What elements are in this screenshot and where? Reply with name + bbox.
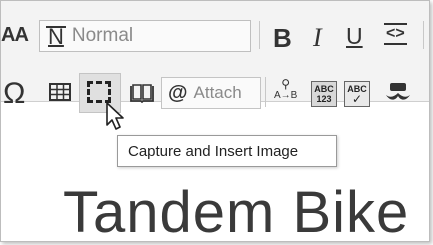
style-selected-value: Normal <box>71 25 134 46</box>
spell-number-label: 123 <box>316 94 332 104</box>
find-replace-label: A→B <box>274 90 298 101</box>
toolbar-separator <box>259 21 260 49</box>
tooltip-text: Capture and Insert Image <box>128 142 299 160</box>
italic-button[interactable]: I <box>313 23 322 53</box>
search-icon: ⚲ <box>281 77 291 91</box>
mustache-icon <box>386 83 410 100</box>
font-size-icon[interactable]: AA <box>1 24 29 47</box>
bold-button[interactable]: B <box>273 23 292 54</box>
editor-window: AA N Normal B I U <> Ω @ Attach ⚲ A→B AB… <box>0 0 430 242</box>
special-character-button[interactable]: Ω <box>3 77 25 111</box>
spell-label: ABC <box>314 84 334 94</box>
attach-label: Attach <box>193 83 242 102</box>
insert-table-button[interactable] <box>49 83 71 101</box>
toolbar-separator <box>423 21 424 49</box>
attach-button[interactable]: @ Attach <box>161 77 261 109</box>
spellcheck-numbers-button[interactable]: ABC 123 <box>311 81 337 107</box>
code-button[interactable]: <> <box>384 23 407 45</box>
tooltip: Capture and Insert Image <box>117 135 337 167</box>
mustache-button[interactable] <box>384 81 412 107</box>
find-replace-button[interactable]: ⚲ A→B <box>274 77 298 101</box>
toolbar: AA N Normal B I U <> Ω @ Attach ⚲ A→B AB… <box>1 1 429 113</box>
capture-image-icon <box>87 81 111 103</box>
checkmark-icon: ✓ <box>351 92 363 106</box>
spellcheck-button[interactable]: ABC ✓ <box>344 81 370 107</box>
book-icon <box>130 84 154 103</box>
mouse-pointer-icon <box>106 102 124 130</box>
underline-button[interactable]: U <box>346 23 363 50</box>
document-title[interactable]: Tandem Bike F <box>63 179 429 241</box>
table-icon <box>49 83 71 101</box>
toolbar-separator <box>265 77 266 107</box>
paragraph-style-dropdown[interactable]: N Normal <box>39 20 251 52</box>
paperclip-icon: @ <box>168 81 188 104</box>
style-icon: N <box>46 24 66 49</box>
insert-link-book-button[interactable] <box>129 83 155 103</box>
